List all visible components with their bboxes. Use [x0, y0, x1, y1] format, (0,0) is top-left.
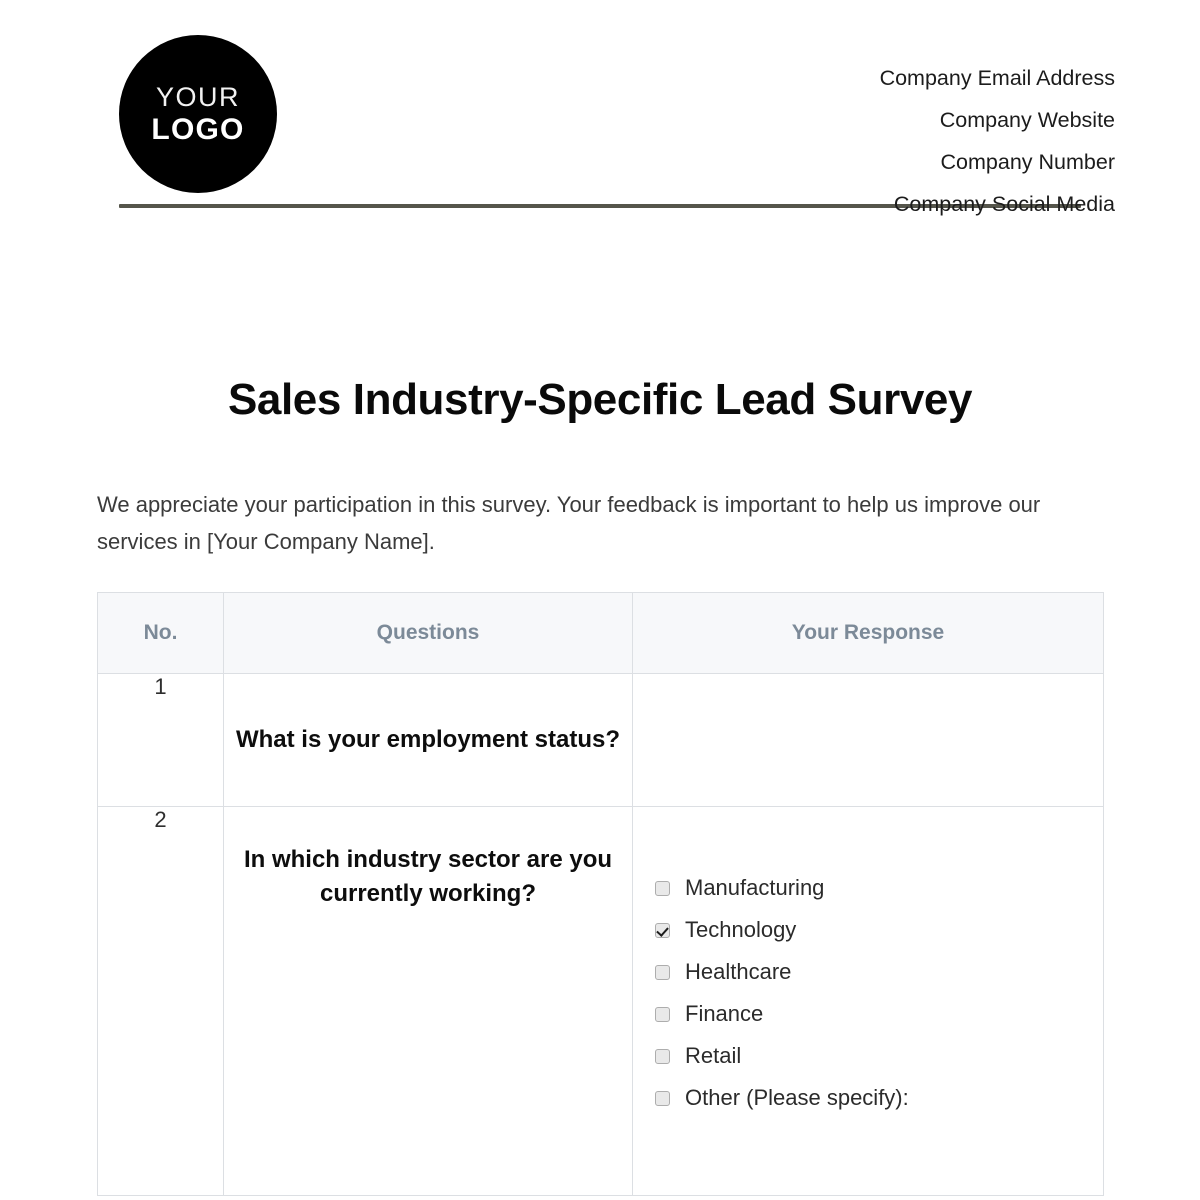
checkbox-option[interactable]: Manufacturing	[655, 867, 1103, 909]
checkbox-option[interactable]: Retail	[655, 1035, 1103, 1077]
checkbox-option[interactable]: Technology	[655, 909, 1103, 951]
survey-table: No. Questions Your Response 1 What is yo…	[97, 592, 1104, 1197]
checkbox-icon[interactable]	[655, 1090, 670, 1106]
checkbox-option-list: Manufacturing Technology Healthcare Fina…	[633, 807, 1103, 1119]
logo-circle-mark: YOUR LOGO	[119, 35, 277, 193]
checkbox-option[interactable]: Other (Please specify):	[655, 1077, 1103, 1119]
question-text: In which industry sector are you current…	[223, 806, 633, 1197]
checkbox-icon[interactable]	[655, 1048, 670, 1064]
checkbox-icon[interactable]	[655, 1006, 670, 1022]
table-row: 2 In which industry sector are you curre…	[97, 806, 1104, 1197]
survey-document-page: YOUR LOGO Company Email Address Company …	[0, 0, 1200, 1200]
company-contact-block: Company Email Address Company Website Co…	[880, 35, 1115, 225]
checkbox-option[interactable]: Finance	[655, 993, 1103, 1035]
checkbox-option-label: Healthcare	[685, 959, 792, 985]
document-header: YOUR LOGO Company Email Address Company …	[97, 0, 1115, 216]
response-cell[interactable]	[632, 673, 1104, 808]
checkbox-option[interactable]: Healthcare	[655, 951, 1103, 993]
checkbox-option-label: Finance	[685, 1001, 764, 1027]
row-number: 1	[97, 673, 224, 808]
checkbox-option-label: Other (Please specify):	[685, 1085, 909, 1111]
column-header-questions: Questions	[223, 592, 633, 675]
logo-top-text: YOUR	[155, 81, 240, 112]
intro-paragraph: We appreciate your participation in this…	[97, 492, 1041, 555]
contact-website: Company Website	[939, 108, 1115, 132]
table-row: 1 What is your employment status?	[97, 673, 1104, 808]
question-text: What is your employment status?	[223, 673, 633, 808]
checkbox-icon[interactable]	[655, 964, 670, 980]
column-header-your-response: Your Response	[632, 592, 1104, 675]
logo-bottom-text: LOGO	[151, 112, 245, 146]
response-cell: Manufacturing Technology Healthcare Fina…	[632, 806, 1104, 1197]
row-number: 2	[97, 806, 224, 1197]
checkbox-option-label: Manufacturing	[685, 875, 825, 901]
checkbox-icon[interactable]	[655, 880, 670, 896]
checkbox-option-label: Retail	[685, 1043, 742, 1069]
table-header-row: No. Questions Your Response	[97, 592, 1104, 675]
page-title: Sales Industry-Specific Lead Survey	[227, 375, 973, 424]
column-header-no: No.	[97, 592, 224, 675]
company-logo: YOUR LOGO	[119, 35, 277, 193]
contact-number: Company Number	[940, 150, 1115, 174]
checkbox-icon-checked[interactable]	[655, 922, 670, 938]
contact-social-media: Company Social Media	[893, 192, 1115, 216]
checkbox-option-label: Technology	[685, 917, 797, 943]
contact-email-address: Company Email Address	[879, 66, 1115, 90]
